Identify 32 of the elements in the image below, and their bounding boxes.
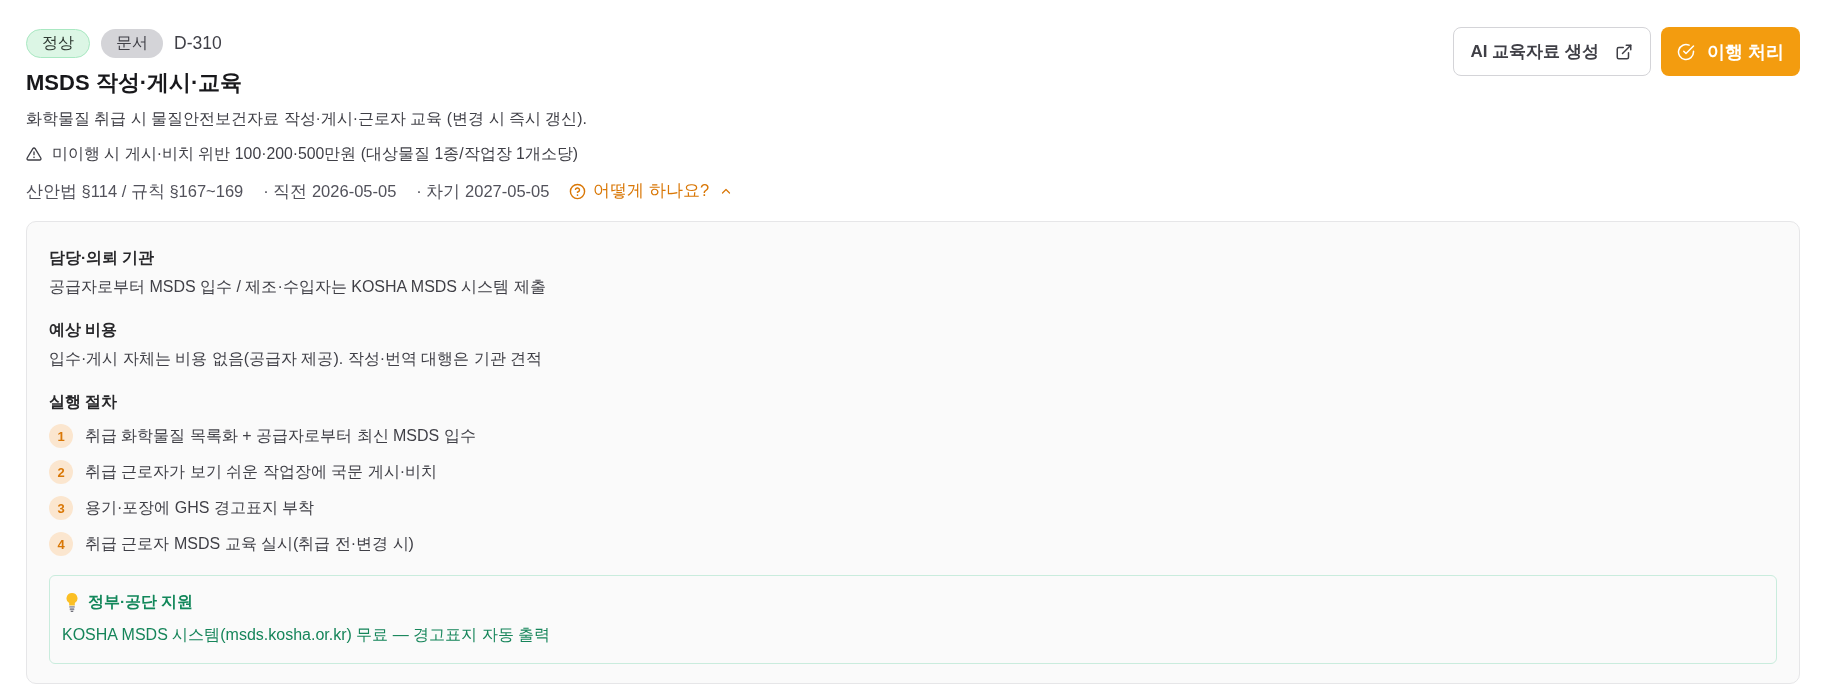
description-text: 화학물질 취급 시 물질안전보건자료 작성·게시·근로자 교육 (변경 시 즉시 갱신). (26, 109, 587, 129)
warning-icon (26, 146, 42, 162)
external-link-icon (1615, 42, 1633, 61)
help-icon (569, 182, 587, 200)
category-badge: 문서 (101, 28, 163, 58)
section-heading: 예상 비용 (49, 320, 118, 340)
penalty-warning-text: 미이행 시 게시·비치 위반 100·200·500만원 (대상물질 1종/작업장 1개소당) (52, 144, 579, 164)
step-text: 취급 근로자 MSDS 교육 실시(취급 전·변경 시) (85, 534, 414, 554)
complete-button[interactable]: 이행 처리 (1661, 27, 1800, 76)
item-title: MSDS 작성·게시·교육 (26, 69, 243, 97)
law-reference-text: 산안법 §114 / 규칙 §167~169 (26, 181, 244, 202)
section-text: 공급자로부터 MSDS 입수 / 제조·수입자는 KOSHA MSDS 시스템 제출 (49, 277, 546, 297)
lightbulb-icon (66, 592, 78, 612)
next-date-text: · 차기 2027-05-05 (416, 181, 550, 202)
step-number: 1 (49, 424, 73, 448)
previous-date-text: · 직전 2026-05-05 (263, 181, 397, 202)
step-number: 2 (49, 460, 73, 484)
section-heading: 실행 절차 (49, 392, 118, 412)
item-code: D-310 (174, 32, 222, 54)
status-badge: 정상 (26, 28, 90, 58)
support-text: KOSHA MSDS 시스템(msds.kosha.or.kr) 무료 — 경고표지 자동 출력 (62, 625, 552, 645)
support-heading: 정부·공단 지원 (88, 592, 194, 612)
step-number: 4 (49, 532, 73, 556)
section-heading: 담당·의뢰 기관 (49, 248, 155, 268)
section-text: 입수·게시 자체는 비용 없음(공급자 제공). 작성·번역 대행은 기관 견적 (49, 349, 543, 369)
check-circle-icon (1677, 42, 1695, 61)
step-text: 취급 근로자가 보기 쉬운 작업장에 국문 게시·비치 (85, 462, 437, 482)
help-link[interactable]: 어떻게 하나요? (569, 180, 733, 202)
step-text: 용기·포장에 GHS 경고표지 부착 (85, 498, 315, 518)
step-number: 3 (49, 496, 73, 520)
generate-material-button[interactable]: AI 교육자료 생성 (1452, 27, 1651, 76)
step-text: 취급 화학물질 목록화 + 공급자로부터 최신 MSDS 입수 (85, 426, 476, 446)
